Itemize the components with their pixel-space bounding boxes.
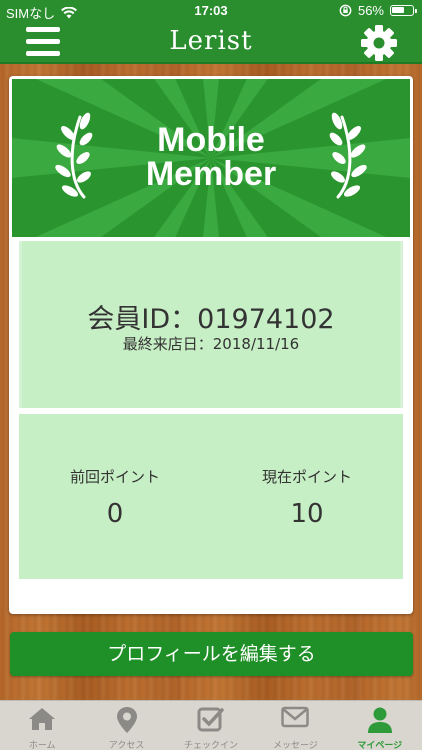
tab-mypage-label: マイページ [357,741,403,750]
banner-line-1: Mobile [157,121,265,159]
current-points-label: 現在ポイント [261,468,352,486]
hamburger-icon[interactable] [26,27,60,57]
orientation-lock-icon [339,4,352,17]
tab-mypage[interactable]: マイページ [338,701,422,750]
user-icon [367,707,392,733]
envelope-icon [281,706,310,728]
nav-bar: Lerist [0,22,422,64]
previous-points: 前回ポイント 0 [19,466,211,529]
map-pin-icon [116,707,137,733]
gear-icon[interactable] [360,24,398,62]
current-points: 現在ポイント 10 [211,466,403,529]
app-title: Lerist [169,26,253,56]
member-banner: Mobile Member [12,79,410,237]
battery-percent: 56% [357,3,384,18]
previous-points-label: 前回ポイント [69,468,160,486]
tab-access[interactable]: アクセス [84,701,168,750]
status-right: 56% [339,3,417,18]
points-panel: 前回ポイント 0 現在ポイント 10 [19,414,403,579]
banner-title: Mobile Member [12,123,410,191]
current-points-value: 10 [290,499,324,529]
member-id: 会員ID：01974102 [87,304,335,335]
app-header: SIMなし 17:03 56% Lerist [0,0,422,64]
member-card: Mobile Member 会員ID：01974102 最終来店日：2018/1… [9,76,413,614]
status-bar: SIMなし 17:03 56% [0,0,422,22]
previous-points-value: 0 [106,499,124,529]
tab-message[interactable]: メッセージ [253,701,337,750]
tab-checkin-label: チェックイン [183,741,238,750]
tab-bar: ホーム アクセス チェックイン メッセージ マイページ [0,700,422,750]
tab-message-label: メッセージ [272,741,318,750]
checkbox-icon [197,707,224,732]
member-info-panel: 会員ID：01974102 最終来店日：2018/11/16 [19,241,403,408]
tab-access-label: アクセス [108,741,145,750]
last-visit-date: 最終来店日：2018/11/16 [122,335,300,353]
banner-line-2: Member [145,155,277,193]
tab-home-label: ホーム [28,741,56,750]
tab-home[interactable]: ホーム [0,701,84,750]
home-icon [29,708,56,730]
battery-icon [390,5,417,16]
tab-checkin[interactable]: チェックイン [169,701,253,750]
edit-profile-button[interactable]: プロフィールを編集する [10,632,413,676]
